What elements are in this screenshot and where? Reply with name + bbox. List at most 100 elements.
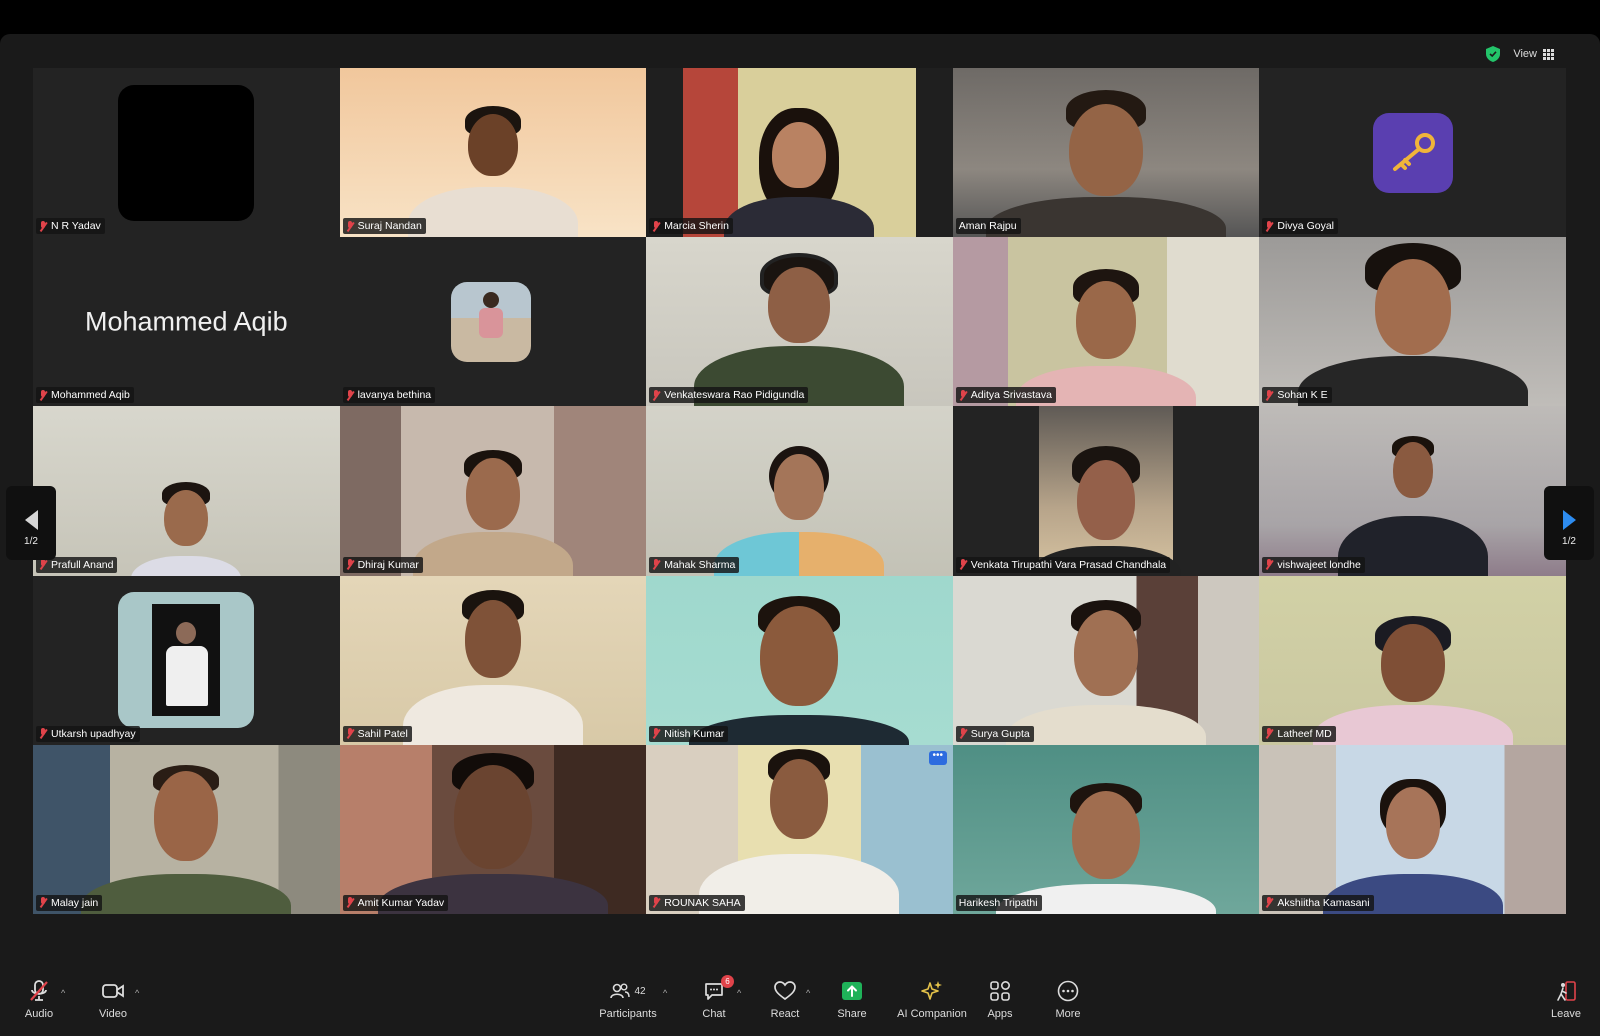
audio-button[interactable]: Audio	[22, 978, 56, 1020]
participant-name-tag: N R Yadav	[36, 218, 105, 235]
participant-name-tag: Sahil Patel	[342, 725, 412, 742]
participant-tile-active-speaker[interactable]: Aman Rajpu	[952, 68, 1260, 238]
participant-tile[interactable]: Suraj Nandan	[339, 68, 647, 238]
participant-tile[interactable]: Prafull Anand	[33, 406, 340, 576]
avatar	[450, 281, 531, 362]
participant-name-tag: vishwajeet londhe	[1262, 556, 1365, 573]
leave-button[interactable]: Leave	[1548, 978, 1584, 1020]
participant-tile[interactable]: Akshiitha Kamasani	[1259, 744, 1566, 914]
participant-tile[interactable]: Mohammed Aqib Mohammed Aqib	[33, 237, 340, 407]
mic-off-icon	[39, 389, 47, 401]
react-options-caret[interactable]: ^	[806, 988, 810, 998]
participant-tile[interactable]: Divya Goyal	[1259, 68, 1566, 238]
more-icon	[1057, 980, 1079, 1002]
mic-off-icon	[346, 559, 354, 570]
video-button[interactable]: Video	[96, 978, 130, 1020]
participant-tile[interactable]: Nitish Kumar	[646, 575, 953, 745]
chat-options-caret[interactable]: ^	[737, 988, 741, 998]
video-feed	[646, 575, 953, 745]
video-feed	[339, 575, 647, 745]
video-feed	[646, 237, 953, 407]
react-button[interactable]: React	[768, 978, 802, 1020]
participant-tile[interactable]: Harikesh Tripathi	[952, 744, 1260, 914]
audio-label: Audio	[24, 1008, 54, 1020]
participant-tile[interactable]: Marcia Sherin	[646, 68, 953, 238]
chat-button[interactable]: 6 Chat	[699, 975, 734, 1020]
participant-tile[interactable]: Venkata Tirupathi Vara Prasad Chandhala	[952, 406, 1260, 576]
leave-icon	[1557, 981, 1576, 1001]
participants-options-caret[interactable]: ^	[663, 988, 667, 998]
participant-tile[interactable]: lavanya bethina	[339, 237, 647, 407]
participant-name-tag: Mohammed Aqib	[36, 387, 134, 404]
mic-off-icon	[30, 980, 48, 1001]
video-options-caret[interactable]: ^	[135, 988, 139, 998]
camera-icon	[102, 984, 124, 998]
video-feed	[1259, 406, 1566, 576]
more-options-button[interactable]: •••	[928, 750, 947, 765]
avatar	[118, 592, 255, 729]
mic-off-icon	[39, 220, 47, 232]
participant-tile[interactable]: Latheef MD	[1259, 575, 1566, 745]
video-feed	[1259, 575, 1566, 745]
chevron-left-icon	[24, 510, 38, 530]
participant-tile[interactable]: Sohan K E	[1259, 237, 1566, 407]
participant-tile[interactable]: vishwajeet londhe	[1259, 406, 1566, 576]
mic-off-icon	[1265, 389, 1273, 401]
participant-tile[interactable]: Mahak Sharma	[646, 406, 953, 576]
participant-name-tag: Dhiraj Kumar	[342, 556, 423, 573]
next-page-button[interactable]: 1/2	[1544, 486, 1594, 560]
participant-display-name: Mohammed Aqib	[84, 306, 288, 337]
participant-tile[interactable]: Dhiraj Kumar	[339, 406, 647, 576]
participant-name-tag: Aditya Srivastava	[955, 387, 1056, 404]
participant-tile[interactable]: N R Yadav	[33, 68, 340, 238]
sparkle-icon	[921, 981, 942, 1000]
chat-unread-badge: 6	[721, 975, 734, 988]
participant-tile[interactable]: Aditya Srivastava	[952, 237, 1260, 407]
participant-tile[interactable]: Malay jain	[33, 744, 340, 914]
mic-off-icon	[959, 559, 967, 570]
participant-tile[interactable]: Amit Kumar Yadav	[339, 744, 647, 914]
mic-off-icon	[1265, 220, 1273, 232]
mic-off-icon	[652, 389, 660, 401]
participant-name-tag: Surya Gupta	[955, 725, 1034, 742]
video-feed	[646, 406, 953, 576]
video-gallery: N R Yadav Suraj Nandan Marcia Sherin Ama…	[33, 68, 1566, 914]
video-feed	[1259, 744, 1566, 914]
video-feed	[339, 68, 647, 238]
video-feed	[952, 575, 1260, 745]
participant-tile[interactable]: Utkarsh upadhyay	[33, 575, 340, 745]
mic-off-icon	[39, 728, 47, 739]
view-button[interactable]: View	[1513, 48, 1554, 60]
participant-tile[interactable]: ••• ROUNAK SAHA	[646, 744, 953, 914]
audio-options-caret[interactable]: ^	[61, 988, 65, 998]
participant-name-tag: Utkarsh upadhyay	[36, 725, 140, 742]
mic-off-icon	[959, 389, 967, 401]
apps-icon	[990, 980, 1011, 1001]
video-feed	[1259, 237, 1566, 407]
participant-tile[interactable]: Surya Gupta	[952, 575, 1260, 745]
participant-name-tag: Mahak Sharma	[649, 556, 740, 573]
apps-button[interactable]: Apps	[984, 978, 1016, 1020]
avatar	[1372, 112, 1453, 193]
grid-view-icon	[1543, 48, 1554, 60]
heart-icon	[774, 981, 796, 1001]
page-indicator: 1/2	[1562, 536, 1576, 547]
share-button[interactable]: Share	[836, 978, 868, 1020]
participant-tile[interactable]: Venkateswara Rao Pidigundla	[646, 237, 953, 407]
ai-companion-button[interactable]: AI Companion	[894, 978, 970, 1020]
video-feed	[952, 744, 1260, 914]
participants-label: Participants	[599, 1008, 657, 1020]
mic-off-icon	[652, 220, 660, 232]
video-feed	[952, 68, 1260, 238]
video-feed	[33, 744, 340, 914]
shield-icon[interactable]	[1486, 46, 1500, 62]
mic-off-icon	[346, 728, 354, 739]
previous-page-button[interactable]: 1/2	[6, 486, 56, 560]
video-feed	[1031, 406, 1182, 576]
chevron-right-icon	[1562, 510, 1576, 530]
more-button[interactable]: More	[1052, 978, 1084, 1020]
participant-tile[interactable]: Sahil Patel	[339, 575, 647, 745]
participant-name-tag: Suraj Nandan	[342, 218, 426, 235]
participants-button[interactable]: 42 Participants	[596, 978, 660, 1020]
mic-off-icon	[959, 728, 967, 739]
